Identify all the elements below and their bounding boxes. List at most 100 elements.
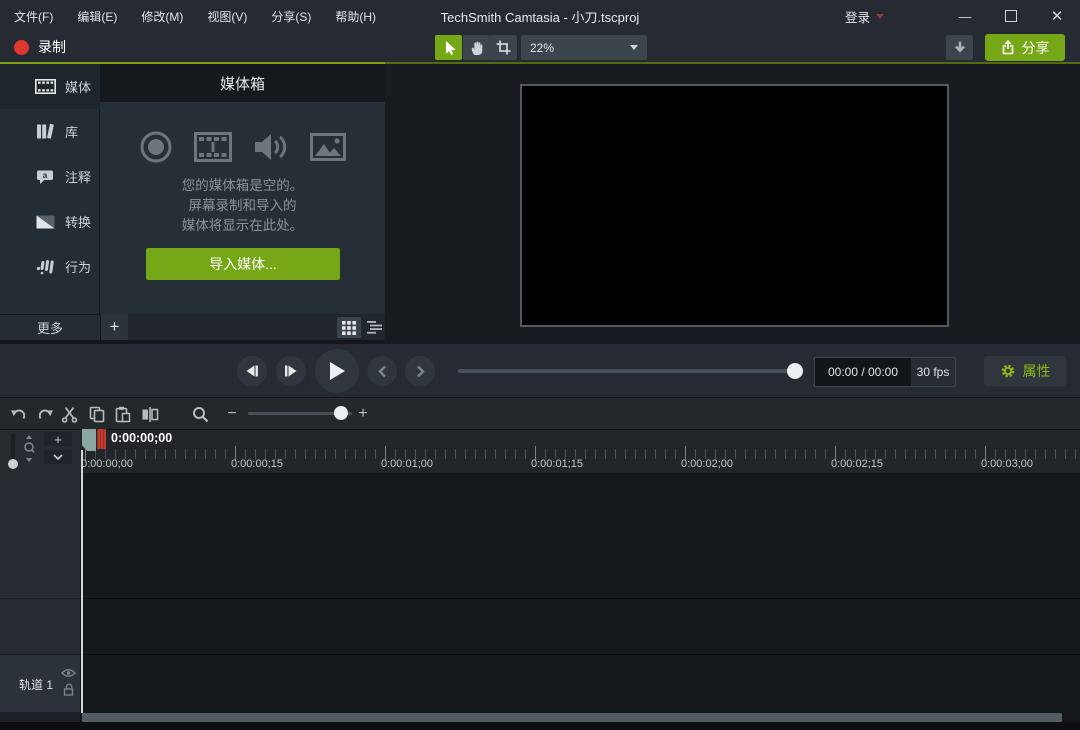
menu-view[interactable]: 视图(V) <box>207 8 247 25</box>
eye-icon <box>61 668 76 678</box>
bottom-edge <box>0 722 1080 730</box>
share-label: 分享 <box>1022 38 1050 58</box>
add-tab-button[interactable]: + <box>101 314 128 340</box>
record-icon <box>14 40 29 55</box>
cursor-icon <box>441 39 457 56</box>
canvas-zoom-dropdown[interactable]: 22% <box>521 35 647 60</box>
time-display: 00:00 / 00:00 30 fps <box>814 357 956 387</box>
media-bin-empty-icons <box>100 130 385 164</box>
menu-file[interactable]: 文件(F) <box>14 8 53 25</box>
grid-view-icon <box>342 321 356 335</box>
image-icon <box>310 133 346 161</box>
speaker-icon <box>253 131 289 163</box>
magnifier-icon <box>192 406 209 423</box>
play-button[interactable] <box>315 349 359 393</box>
menu-bar: 文件(F) 编辑(E) 修改(M) 视图(V) 分享(S) 帮助(H) <box>10 0 376 32</box>
crop-tool-button[interactable] <box>490 35 517 60</box>
menu-share[interactable]: 分享(S) <box>271 8 311 25</box>
export-icon <box>1001 40 1015 55</box>
scissors-icon <box>61 406 78 423</box>
track-options-button[interactable] <box>44 450 72 464</box>
fit-zoom-icon[interactable] <box>23 434 35 464</box>
ruler-label: 0:00:01;00 <box>381 458 433 470</box>
sidebar-item-media[interactable]: 媒体 <box>0 64 100 109</box>
step-forward-button[interactable] <box>276 356 306 386</box>
split-icon <box>141 407 159 422</box>
sidebar-item-library[interactable]: 库 <box>0 109 100 154</box>
import-media-button[interactable]: 导入媒体... <box>146 248 340 280</box>
frame-rate: 30 fps <box>911 358 955 386</box>
redo-button[interactable] <box>32 402 57 426</box>
record-button[interactable]: 录制 <box>14 32 66 62</box>
maximize-button[interactable] <box>988 0 1034 32</box>
properties-button[interactable]: 属性 <box>984 356 1066 386</box>
grid-view-button[interactable] <box>337 317 361 338</box>
books-icon <box>34 123 56 140</box>
minimize-button[interactable]: — <box>942 0 988 32</box>
timeline-tracks[interactable] <box>80 473 1080 712</box>
sidebar-item-annotations[interactable]: a 注释 <box>0 154 100 199</box>
playhead-handle[interactable] <box>97 429 106 449</box>
ruler-label: 0:00:02;15 <box>831 458 883 470</box>
timeline-zoom-out-button[interactable]: − <box>222 402 242 426</box>
gutter-separator <box>0 598 80 599</box>
list-view-icon <box>367 321 382 334</box>
media-bin-empty-text: 您的媒体箱是空的。 屏幕录制和导入的 媒体将显示在此处。 <box>100 176 385 236</box>
sign-in-button[interactable]: 登录 <box>845 0 884 32</box>
previous-marker-button[interactable] <box>367 356 397 386</box>
sidebar-item-label: 库 <box>65 122 78 141</box>
behavior-bars-icon <box>34 258 56 275</box>
step-forward-icon <box>284 365 298 377</box>
cut-button[interactable] <box>57 402 82 426</box>
step-back-button[interactable] <box>237 356 267 386</box>
horizontal-scrollbar[interactable] <box>82 713 1062 722</box>
track-name: 轨道 1 <box>19 676 53 693</box>
more-label: 更多 <box>37 318 63 337</box>
timeline-zoom-in-button[interactable]: + <box>353 402 373 426</box>
split-button[interactable] <box>137 402 162 426</box>
undo-button[interactable] <box>6 402 31 426</box>
gear-icon <box>1000 363 1016 379</box>
ruler-label: 0:00:03;00 <box>981 458 1033 470</box>
chevron-right-icon <box>416 365 425 378</box>
redo-icon <box>36 406 54 422</box>
sidebar-item-label: 转换 <box>65 212 91 231</box>
track-separator <box>80 654 1080 655</box>
add-track-button[interactable]: + <box>44 432 72 446</box>
ruler-label: 0:00:00;15 <box>231 458 283 470</box>
chevron-down-icon <box>876 14 884 19</box>
select-tool-button[interactable] <box>435 35 462 60</box>
track-height-thumb[interactable] <box>8 459 18 469</box>
timeline-zoom-button[interactable] <box>188 402 213 426</box>
track-visibility-toggle[interactable] <box>61 668 76 678</box>
list-view-button[interactable] <box>362 317 386 338</box>
menu-help[interactable]: 帮助(H) <box>335 8 376 25</box>
preview-stage[interactable] <box>520 84 949 327</box>
media-bin-header: 媒体箱 <box>100 64 385 102</box>
playhead-line[interactable] <box>81 450 83 713</box>
paste-button[interactable] <box>110 402 135 426</box>
current-time: 00:00 / 00:00 <box>815 358 911 386</box>
share-button[interactable]: 分享 <box>985 34 1065 61</box>
lock-open-icon <box>63 683 75 696</box>
track-lock-toggle[interactable] <box>63 683 75 696</box>
playback-scrub-slider[interactable] <box>458 369 798 373</box>
timeline-zoom-thumb[interactable] <box>334 406 348 420</box>
record-circle-icon <box>139 130 173 164</box>
menu-modify[interactable]: 修改(M) <box>141 8 183 25</box>
sidebar-item-transitions[interactable]: 转换 <box>0 199 100 244</box>
download-button[interactable] <box>946 35 973 60</box>
pan-tool-button[interactable] <box>463 35 490 60</box>
next-marker-button[interactable] <box>405 356 435 386</box>
chevron-down-icon <box>630 45 638 50</box>
sidebar-more-button[interactable]: 更多 <box>0 314 100 340</box>
chevron-left-icon <box>378 365 387 378</box>
close-button[interactable]: ✕ <box>1034 0 1080 32</box>
menu-edit[interactable]: 编辑(E) <box>77 8 117 25</box>
copy-icon <box>89 406 105 423</box>
copy-button[interactable] <box>84 402 109 426</box>
playback-scrub-thumb[interactable] <box>787 363 803 379</box>
sidebar-item-behaviors[interactable]: 行为 <box>0 244 100 289</box>
ruler-label: 0:00:02;00 <box>681 458 733 470</box>
empty-line-3: 媒体将显示在此处。 <box>100 216 385 236</box>
